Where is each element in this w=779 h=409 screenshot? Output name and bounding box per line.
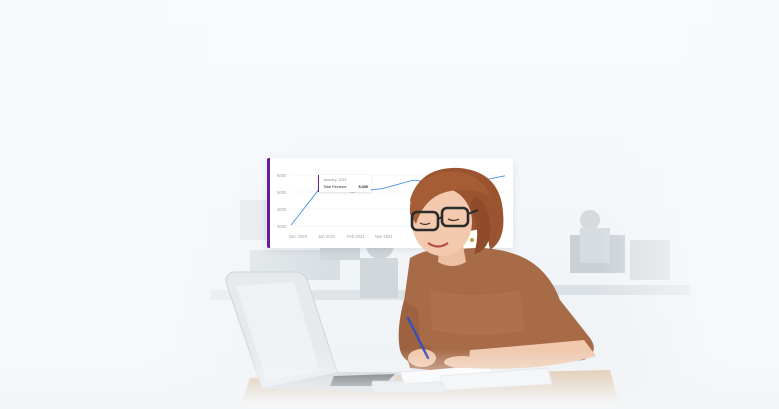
woman-figure: [398, 167, 596, 370]
earring: [470, 238, 474, 242]
hero-scene: 6000 5000 4000 3000 Dec 2020 Jan 2021 Fe…: [0, 0, 779, 409]
fade-bottom: [0, 349, 779, 409]
